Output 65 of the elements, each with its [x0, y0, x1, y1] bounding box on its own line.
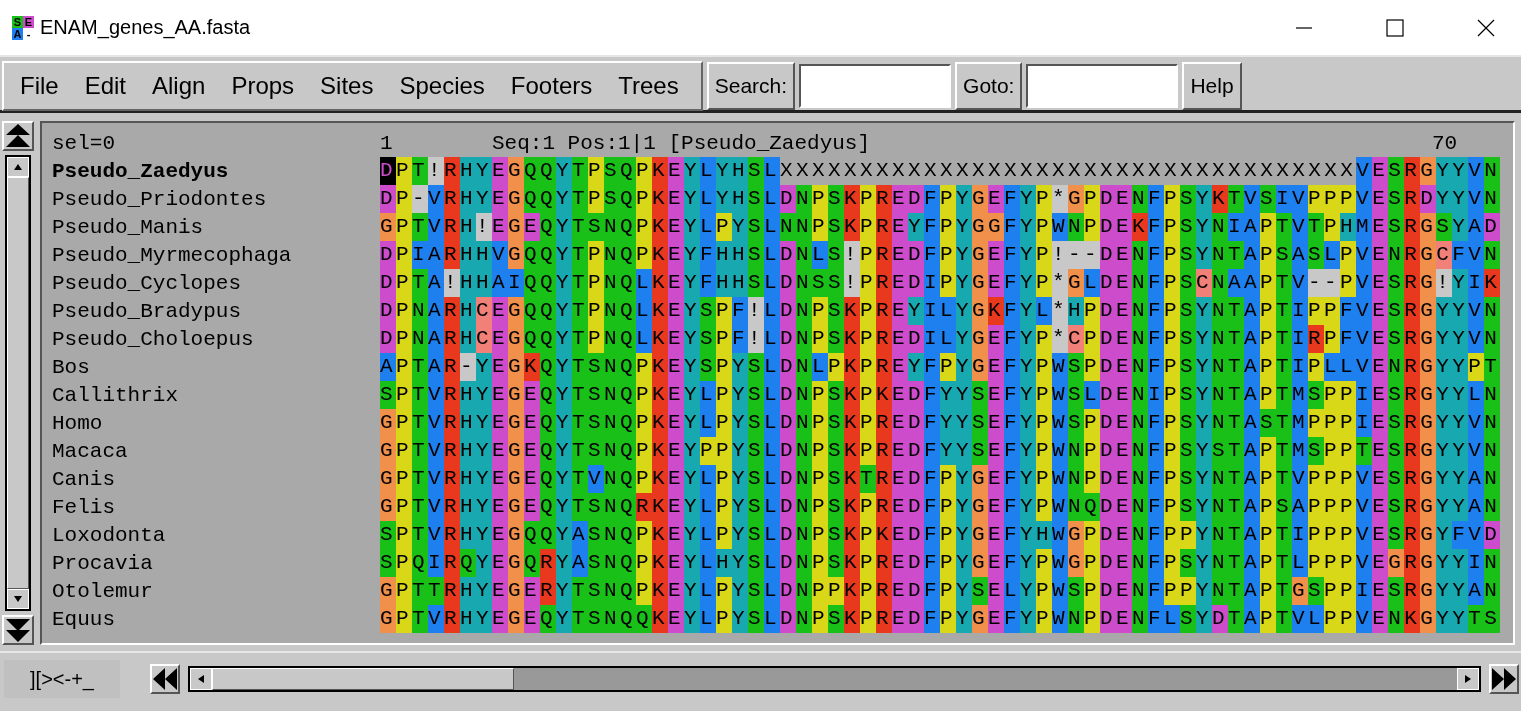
menu-item[interactable]: Align: [142, 71, 216, 100]
right-arrow-icon: [1464, 674, 1472, 684]
goto-button[interactable]: Goto:: [955, 61, 1023, 110]
horizontal-scrollbar[interactable]: [188, 666, 1481, 692]
menu-item[interactable]: Trees: [608, 71, 689, 100]
help-button[interactable]: Help: [1182, 61, 1242, 110]
sequence-residues: APTAR-YEGKQYTSNQPKEYSPYSLDNLPKPREYFPYGEFYPWSPDENFPSYNTAPTIPLLVENRGYYPT: [380, 353, 1500, 381]
sequence-residues: DP-VRHYEGQQYTPSQPKEYLYHSLDNPSKPREDFPYGEFYP*GPDENFPSYKTVSIVPPPVESRDYYVN: [380, 185, 1500, 213]
selection-count: sel=0: [52, 131, 116, 155]
sequence-name[interactable]: Felis: [52, 495, 380, 519]
sequence-residues: GPTVRHYEGEQYTVNQPKEYLPYSLDNPSKTREDFPYGEFYPWNPDENFPSYNTAPTVPPPVESRGYYAN: [380, 465, 1500, 493]
scroll-end-button[interactable]: [1489, 664, 1519, 694]
sequence-name[interactable]: Pseudo_Myrmecophaga: [52, 243, 380, 267]
sequence-residues: GPTVRHYEGEQYTSNQPKEYLPYSLDNPSKPREDFYYSEFYPWSPDENFPSYNTASTMPPPIESRGYYVN: [380, 409, 1500, 437]
window-title: ENAM_genes_AA.fasta: [40, 16, 251, 39]
scroll-start-button[interactable]: [150, 664, 180, 694]
menu-item[interactable]: File: [10, 71, 69, 100]
goto-field[interactable]: [1026, 63, 1179, 108]
sequence-residues: GPTVRHYEGEQYTSNQPKEYPPYSLDNPSKPREDFYYSEFYPWNPDENFPSYSTAPTMSPPTESRGYYVN: [380, 437, 1500, 465]
sequence-name[interactable]: Pseudo_Cyclopes: [52, 271, 380, 295]
up-arrow-icon: [13, 163, 23, 171]
start-position: 1: [380, 131, 394, 155]
sequence-name[interactable]: Otolemur: [52, 579, 380, 603]
sequence-name[interactable]: Procavia: [52, 551, 380, 575]
minimize-icon: [1295, 26, 1313, 29]
sequence-name[interactable]: Macaca: [52, 439, 380, 463]
sequence-residues: GPTVRHYEGEQYTSNQQKEYLPYSLDNPSKPREDFPYGEFYPWNPDENFLSYDTAPTVLPPVENKGYYTS: [380, 605, 1500, 633]
menu-item[interactable]: Edit: [74, 71, 137, 100]
sequence-name[interactable]: Pseudo_Bradypus: [52, 299, 380, 323]
sequence-name[interactable]: Canis: [52, 467, 380, 491]
sequence-name[interactable]: Pseudo_Zaedyus: [52, 159, 380, 183]
scroll-bottom-button[interactable]: [2, 615, 34, 645]
search-button[interactable]: Search:: [706, 61, 796, 110]
end-position: 70: [1432, 131, 1459, 155]
sequence-residues: GPTTRHYEGERYTSNQPKEYLPYSLDNPPKPREDFPYSELYPWSPDENFPPYNTAPTGSPPIESRGYYAN: [380, 577, 1500, 605]
sequence-name[interactable]: Homo: [52, 411, 380, 435]
sequence-name[interactable]: Pseudo_Choloepus: [52, 327, 380, 351]
menu-item[interactable]: Species: [389, 71, 495, 100]
menu-item[interactable]: Footers: [500, 71, 603, 100]
sequence-residues: SPTVRHYEGQQYASNQPKEYLPYSLDNPSKPKEDFPYGEFYHWGPDENFPPYNTAPTIPPPVESRGYFVD: [380, 521, 1500, 549]
sequence-name[interactable]: Pseudo_Manis: [52, 215, 380, 239]
sequence-residues: GPTVRHYEGEQYTSNQRKEYLPYSLDNPSKPREDFPYGEFYPWNQDENFPSYNTAPSAPPPVESRGYYAN: [380, 493, 1500, 521]
sequence-name[interactable]: Bos: [52, 355, 380, 379]
sequence-residues: DPNARHCEGQQYTPNQLKEYSPF!LDNPSKPREYILYGKFYL*HPDENFPSYNTAPTIPPFVESRGYYVN: [380, 297, 1500, 325]
scroll-top-button[interactable]: [2, 121, 34, 151]
close-icon: [1477, 18, 1495, 37]
menu-item[interactable]: Props: [221, 71, 305, 100]
vertical-scrollbar[interactable]: [5, 155, 31, 611]
sequence-residues: DPTA!HHAIQQYTPNQLKEYFHHSLDNSS!PREDIPYGEFYP*GLDENFPSCNAAPTV--PVESRG!YIK: [380, 269, 1500, 297]
sequence-residues: DPNARHCEGQQYTPNQLKEYSPF!LDNPSKPREDILYGEFYP*CPDENFPSYNTAPTIRPFVESRGYYVN: [380, 325, 1500, 353]
sequence-residues: GPTVRH!EGEQYTSNQPKEYLPYSLNNPSKPREYFPYGGFYPWNPDEKFPSYNIAPTVTPHMESRGSYAD: [380, 213, 1500, 241]
search-field[interactable]: [799, 63, 952, 108]
maximize-icon: [1386, 18, 1404, 37]
left-arrow-icon: [197, 674, 205, 684]
sequence-name[interactable]: Loxodonta: [52, 523, 380, 547]
sequence-residues: SPTVRHYEGEQYTSNQPKEYLPYSLDNPSKPKEDFYYSEFYPWSLDENIPSYNTAPTMSPPIESRGYYLN: [380, 381, 1500, 409]
menu-item[interactable]: Sites: [310, 71, 384, 100]
sequence-name[interactable]: Equus: [52, 607, 380, 631]
down-arrow-icon: [13, 595, 23, 603]
sequence-name[interactable]: Callithrix: [52, 383, 380, 407]
cursor-status: Seq:1 Pos:1|1 [Pseudo_Zaedyus]: [492, 131, 872, 155]
sequence-name[interactable]: Pseudo_Priodontes: [52, 187, 380, 211]
sequence-residues: SPQIRQYEGQRYASNQPKEYLHYSLDNPSKPREDFPYGEFYPWGPDENFPSYNTAPTLPPPVEGRGYYIN: [380, 549, 1500, 577]
sequence-residues: DPIARHHVGQQYTPNQPKEYFHHSLDNLS!PREDFPYGEFYP!--DENFPSYNTAPSASLPVENRGCFVN: [380, 241, 1500, 269]
gap-tools-button[interactable]: ][><-+_: [4, 660, 120, 698]
